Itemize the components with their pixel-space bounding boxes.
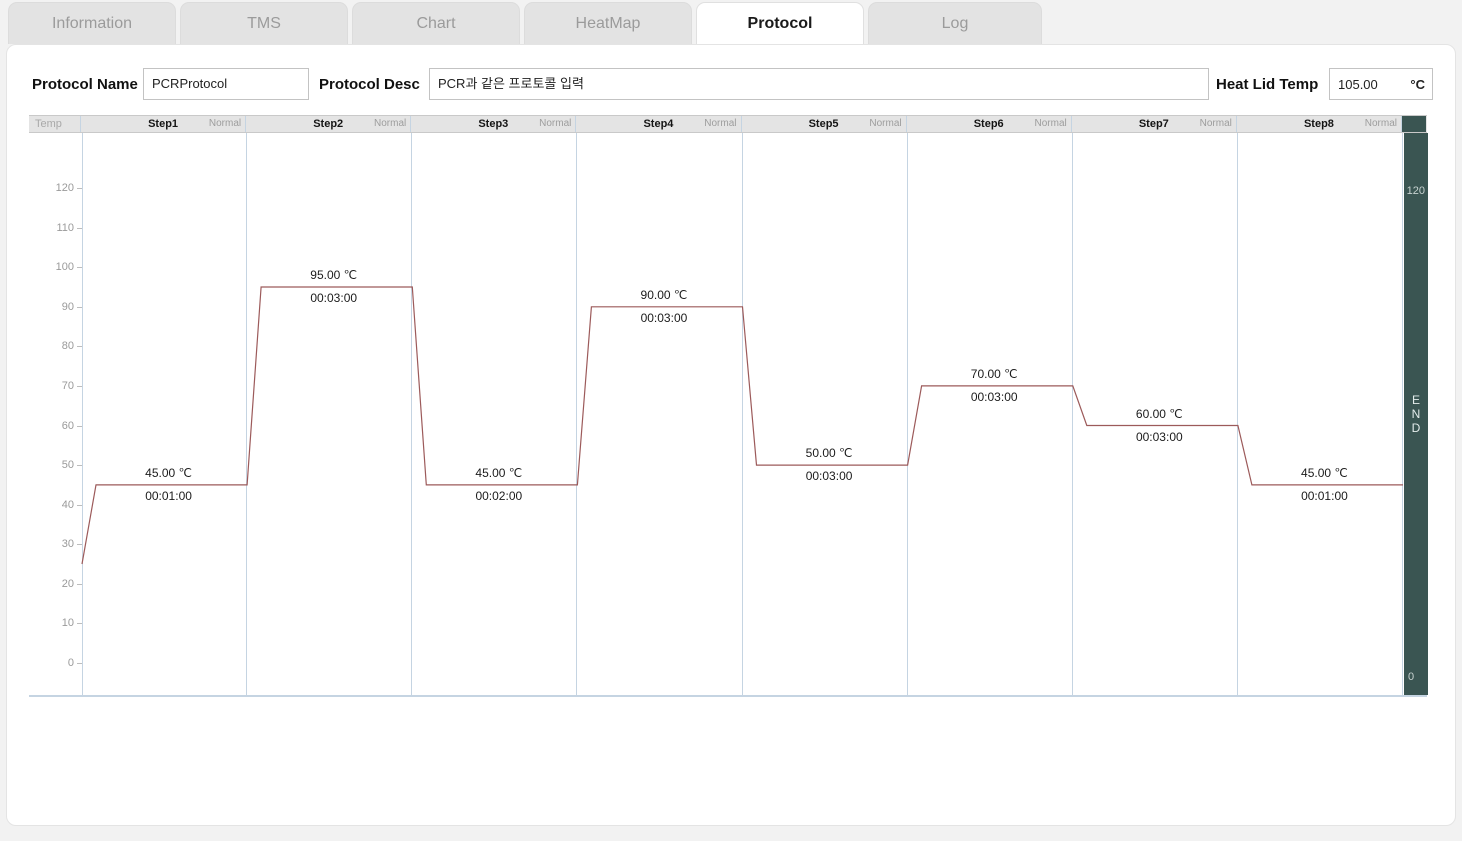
heat-lid-temp-label: Heat Lid Temp [1216,76,1319,93]
step-temp-label-1: 45.00 ℃ [145,465,192,480]
tab-tms[interactable]: TMS [180,2,348,44]
protocol-chart: Temp Step1 Normal Step2 Normal Step3 Normal St… [29,115,1428,697]
step-header-8[interactable]: Step8 Normal [1237,116,1402,132]
step-header-7[interactable]: Step7 Normal [1072,116,1237,132]
plot-area: 0 10 20 30 40 50 60 70 80 90 100 110 120 120 END 0 4… [29,133,1428,697]
step-time-label-7: 00:03:00 [1135,429,1183,444]
y-axis-tick-label: 60 [61,419,74,432]
step-header-3[interactable]: Step3 Normal [411,116,577,132]
y-axis-tick-label: 110 [56,221,74,234]
y-axis-tick-label: 10 [61,617,74,630]
temp-column-label: Temp [29,116,81,132]
protocol-desc-label: Protocol Desc [319,76,420,93]
step-mode-label: Normal [1199,118,1232,129]
step-header-2[interactable]: Step2 Normal [246,116,412,132]
celsius-unit-label: °C [1410,76,1425,92]
step-mode-label: Normal [1364,118,1397,129]
y-axis-tick-label: 70 [61,379,74,392]
step-time-label-4: 00:03:00 [640,310,688,325]
step-time-label-3: 00:02:00 [475,488,523,503]
end-bar-top-value: 120 [1406,185,1425,197]
step-temp-label-4: 90.00 ℃ [640,287,688,302]
step-header-row: Temp Step1 Normal Step2 Normal Step3 Normal St… [29,115,1427,133]
protocol-panel: Protocol Name PCRProtocol Protocol Desc … [6,44,1456,826]
step-time-label-5: 00:03:00 [805,469,853,484]
step-mode-label: Normal [539,118,572,129]
step-header-1[interactable]: Step1 Normal [81,116,247,132]
y-axis-tick-label: 120 [55,182,74,194]
empty-area [29,699,1427,809]
protocol-name-input[interactable]: PCRProtocol [143,68,309,100]
end-bar: 120 END 0 [1404,133,1428,695]
step-grid-columns [82,133,1404,695]
step-column-1[interactable] [82,133,248,695]
y-axis-tick-label: 100 [55,261,74,274]
y-axis-tick-label: 20 [61,577,74,590]
step-header-5[interactable]: Step5 Normal [742,116,907,132]
step-column-6[interactable] [908,133,1073,695]
step-column-2[interactable] [247,133,413,695]
step-mode-label: Normal [374,118,407,129]
step-temp-label-8: 45.00 ℃ [1301,465,1348,480]
y-axis-tick-label: 0 [67,657,74,669]
y-axis-tick-label: 90 [61,300,74,313]
step-temp-label-5: 50.00 ℃ [805,446,853,461]
step-time-label-8: 00:01:00 [1301,488,1348,503]
protocol-name-label: Protocol Name [32,76,138,93]
y-axis-tick-label: 80 [61,340,74,353]
step-time-label-2: 00:03:00 [310,290,358,305]
end-bar-letter: D [1411,421,1421,435]
tab-chart[interactable]: Chart [352,2,520,44]
tab-log[interactable]: Log [868,2,1042,44]
y-axis: 0 10 20 30 40 50 60 70 80 90 100 110 120 [29,133,82,695]
end-bar-letter: E [1411,393,1420,407]
step-column-3[interactable] [412,133,578,695]
step-temp-label-2: 95.00 ℃ [310,267,358,282]
step-mode-label: Normal [869,118,902,129]
protocol-form-row: Protocol Name PCRProtocol Protocol Desc … [7,57,1457,109]
end-column-header [1402,116,1426,132]
end-bar-label: END [1404,393,1428,435]
tab-heatmap[interactable]: HeatMap [524,2,692,44]
step-column-5[interactable] [743,133,908,695]
step-mode-label: Normal [208,118,242,129]
step-temp-label-3: 45.00 ℃ [475,465,523,480]
y-axis-tick-label: 50 [61,459,74,472]
heat-lid-temp-input[interactable]: 105.00 °C [1329,68,1433,100]
tab-protocol[interactable]: Protocol [696,2,864,44]
protocol-window: Information TMS Chart HeatMap Protocol Log Pr… [0,0,1462,841]
tab-information[interactable]: Information [8,2,176,44]
step-time-label-1: 00:01:00 [145,488,192,503]
step-column-4[interactable] [577,133,743,695]
y-axis-tick-label: 40 [61,498,74,511]
step-header-4[interactable]: Step4 Normal [576,116,742,132]
step-column-8[interactable] [1238,133,1403,695]
step-header-6[interactable]: Step6 Normal [907,116,1072,132]
step-mode-label: Normal [1034,118,1067,129]
tab-bar: Information TMS Chart HeatMap Protocol Log [0,0,1462,44]
step-time-label-6: 00:03:00 [970,389,1018,404]
step-temp-label-7: 60.00 ℃ [1135,406,1183,421]
heat-lid-temp-value: 105.00 [1338,76,1378,92]
y-axis-tick-label: 30 [61,538,74,551]
step-mode-label: Normal [704,118,737,129]
end-bar-bottom-value: 0 [1408,671,1415,683]
step-temp-label-6: 70.00 ℃ [970,366,1018,381]
protocol-desc-input[interactable]: PCR과 같은 프로토콜 입력 [429,68,1209,100]
end-bar-letter: N [1411,407,1421,421]
